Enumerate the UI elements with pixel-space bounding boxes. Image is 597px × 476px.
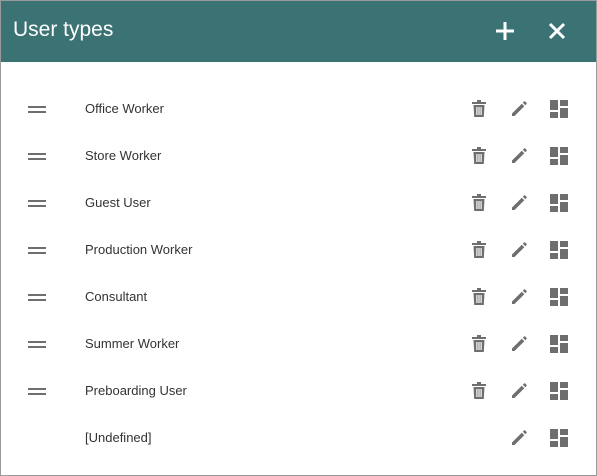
layout-button[interactable]: [549, 99, 569, 119]
pencil-icon: [512, 336, 527, 351]
trash-icon: [472, 194, 486, 211]
layout-button[interactable]: [549, 146, 569, 166]
layout-button[interactable]: [549, 193, 569, 213]
trash-icon: [472, 288, 486, 305]
trash-icon: [472, 241, 486, 258]
delete-button[interactable]: [469, 193, 489, 213]
trash-icon: [472, 147, 486, 164]
user-type-label: [Undefined]: [85, 430, 152, 445]
list-item: [Undefined]: [1, 417, 596, 464]
trash-icon: [472, 335, 486, 352]
drag-handle-icon[interactable]: [28, 104, 46, 114]
pencil-icon: [512, 242, 527, 257]
layout-button[interactable]: [549, 334, 569, 354]
layout-grid-icon: [550, 288, 568, 306]
user-type-label: Store Worker: [85, 148, 162, 163]
layout-grid-icon: [550, 241, 568, 259]
list-item: Production Worker: [1, 229, 596, 276]
delete-button[interactable]: [469, 334, 489, 354]
pencil-icon: [512, 195, 527, 210]
pencil-icon: [512, 289, 527, 304]
close-button[interactable]: [541, 15, 573, 47]
delete-button[interactable]: [469, 240, 489, 260]
edit-button[interactable]: [509, 428, 529, 448]
list-item: Preboarding User: [1, 370, 596, 417]
delete-button[interactable]: [469, 99, 489, 119]
layout-button[interactable]: [549, 287, 569, 307]
delete-button[interactable]: [469, 287, 489, 307]
user-type-label: Consultant: [85, 289, 148, 304]
drag-handle-icon[interactable]: [28, 245, 46, 255]
user-types-dialog: User types Office Worker Store Worker Gues…: [0, 0, 597, 476]
trash-icon: [472, 382, 486, 399]
layout-button[interactable]: [549, 381, 569, 401]
layout-grid-icon: [550, 382, 568, 400]
edit-button[interactable]: [509, 381, 529, 401]
edit-button[interactable]: [509, 193, 529, 213]
pencil-icon: [512, 101, 527, 116]
user-type-label: Summer Worker: [85, 336, 180, 351]
trash-icon: [472, 100, 486, 117]
delete-button[interactable]: [469, 381, 489, 401]
close-icon: [548, 22, 566, 40]
drag-handle-icon[interactable]: [28, 386, 46, 396]
edit-button[interactable]: [509, 99, 529, 119]
drag-handle-icon[interactable]: [28, 151, 46, 161]
layout-button[interactable]: [549, 240, 569, 260]
edit-button[interactable]: [509, 334, 529, 354]
layout-grid-icon: [550, 429, 568, 447]
layout-grid-icon: [550, 100, 568, 118]
add-user-type-button[interactable]: [489, 15, 521, 47]
user-type-label: Office Worker: [85, 101, 164, 116]
edit-button[interactable]: [509, 146, 529, 166]
drag-handle-icon[interactable]: [28, 339, 46, 349]
layout-button[interactable]: [549, 428, 569, 448]
pencil-icon: [512, 148, 527, 163]
layout-grid-icon: [550, 335, 568, 353]
drag-handle-icon[interactable]: [28, 292, 46, 302]
edit-button[interactable]: [509, 240, 529, 260]
user-type-label: Production Worker: [85, 242, 193, 257]
delete-button[interactable]: [469, 146, 489, 166]
user-type-label: Preboarding User: [85, 383, 187, 398]
drag-handle-icon[interactable]: [28, 198, 46, 208]
list-item: Consultant: [1, 276, 596, 323]
layout-grid-icon: [550, 194, 568, 212]
user-type-label: Guest User: [85, 195, 151, 210]
pencil-icon: [512, 430, 527, 445]
layout-grid-icon: [550, 147, 568, 165]
dialog-header: User types: [1, 1, 596, 62]
list-item: Store Worker: [1, 135, 596, 182]
list-item: Guest User: [1, 182, 596, 229]
edit-button[interactable]: [509, 287, 529, 307]
list-item: Office Worker: [1, 88, 596, 135]
plus-icon: [496, 22, 514, 40]
pencil-icon: [512, 383, 527, 398]
list-item: Summer Worker: [1, 323, 596, 370]
dialog-title: User types: [13, 18, 114, 41]
